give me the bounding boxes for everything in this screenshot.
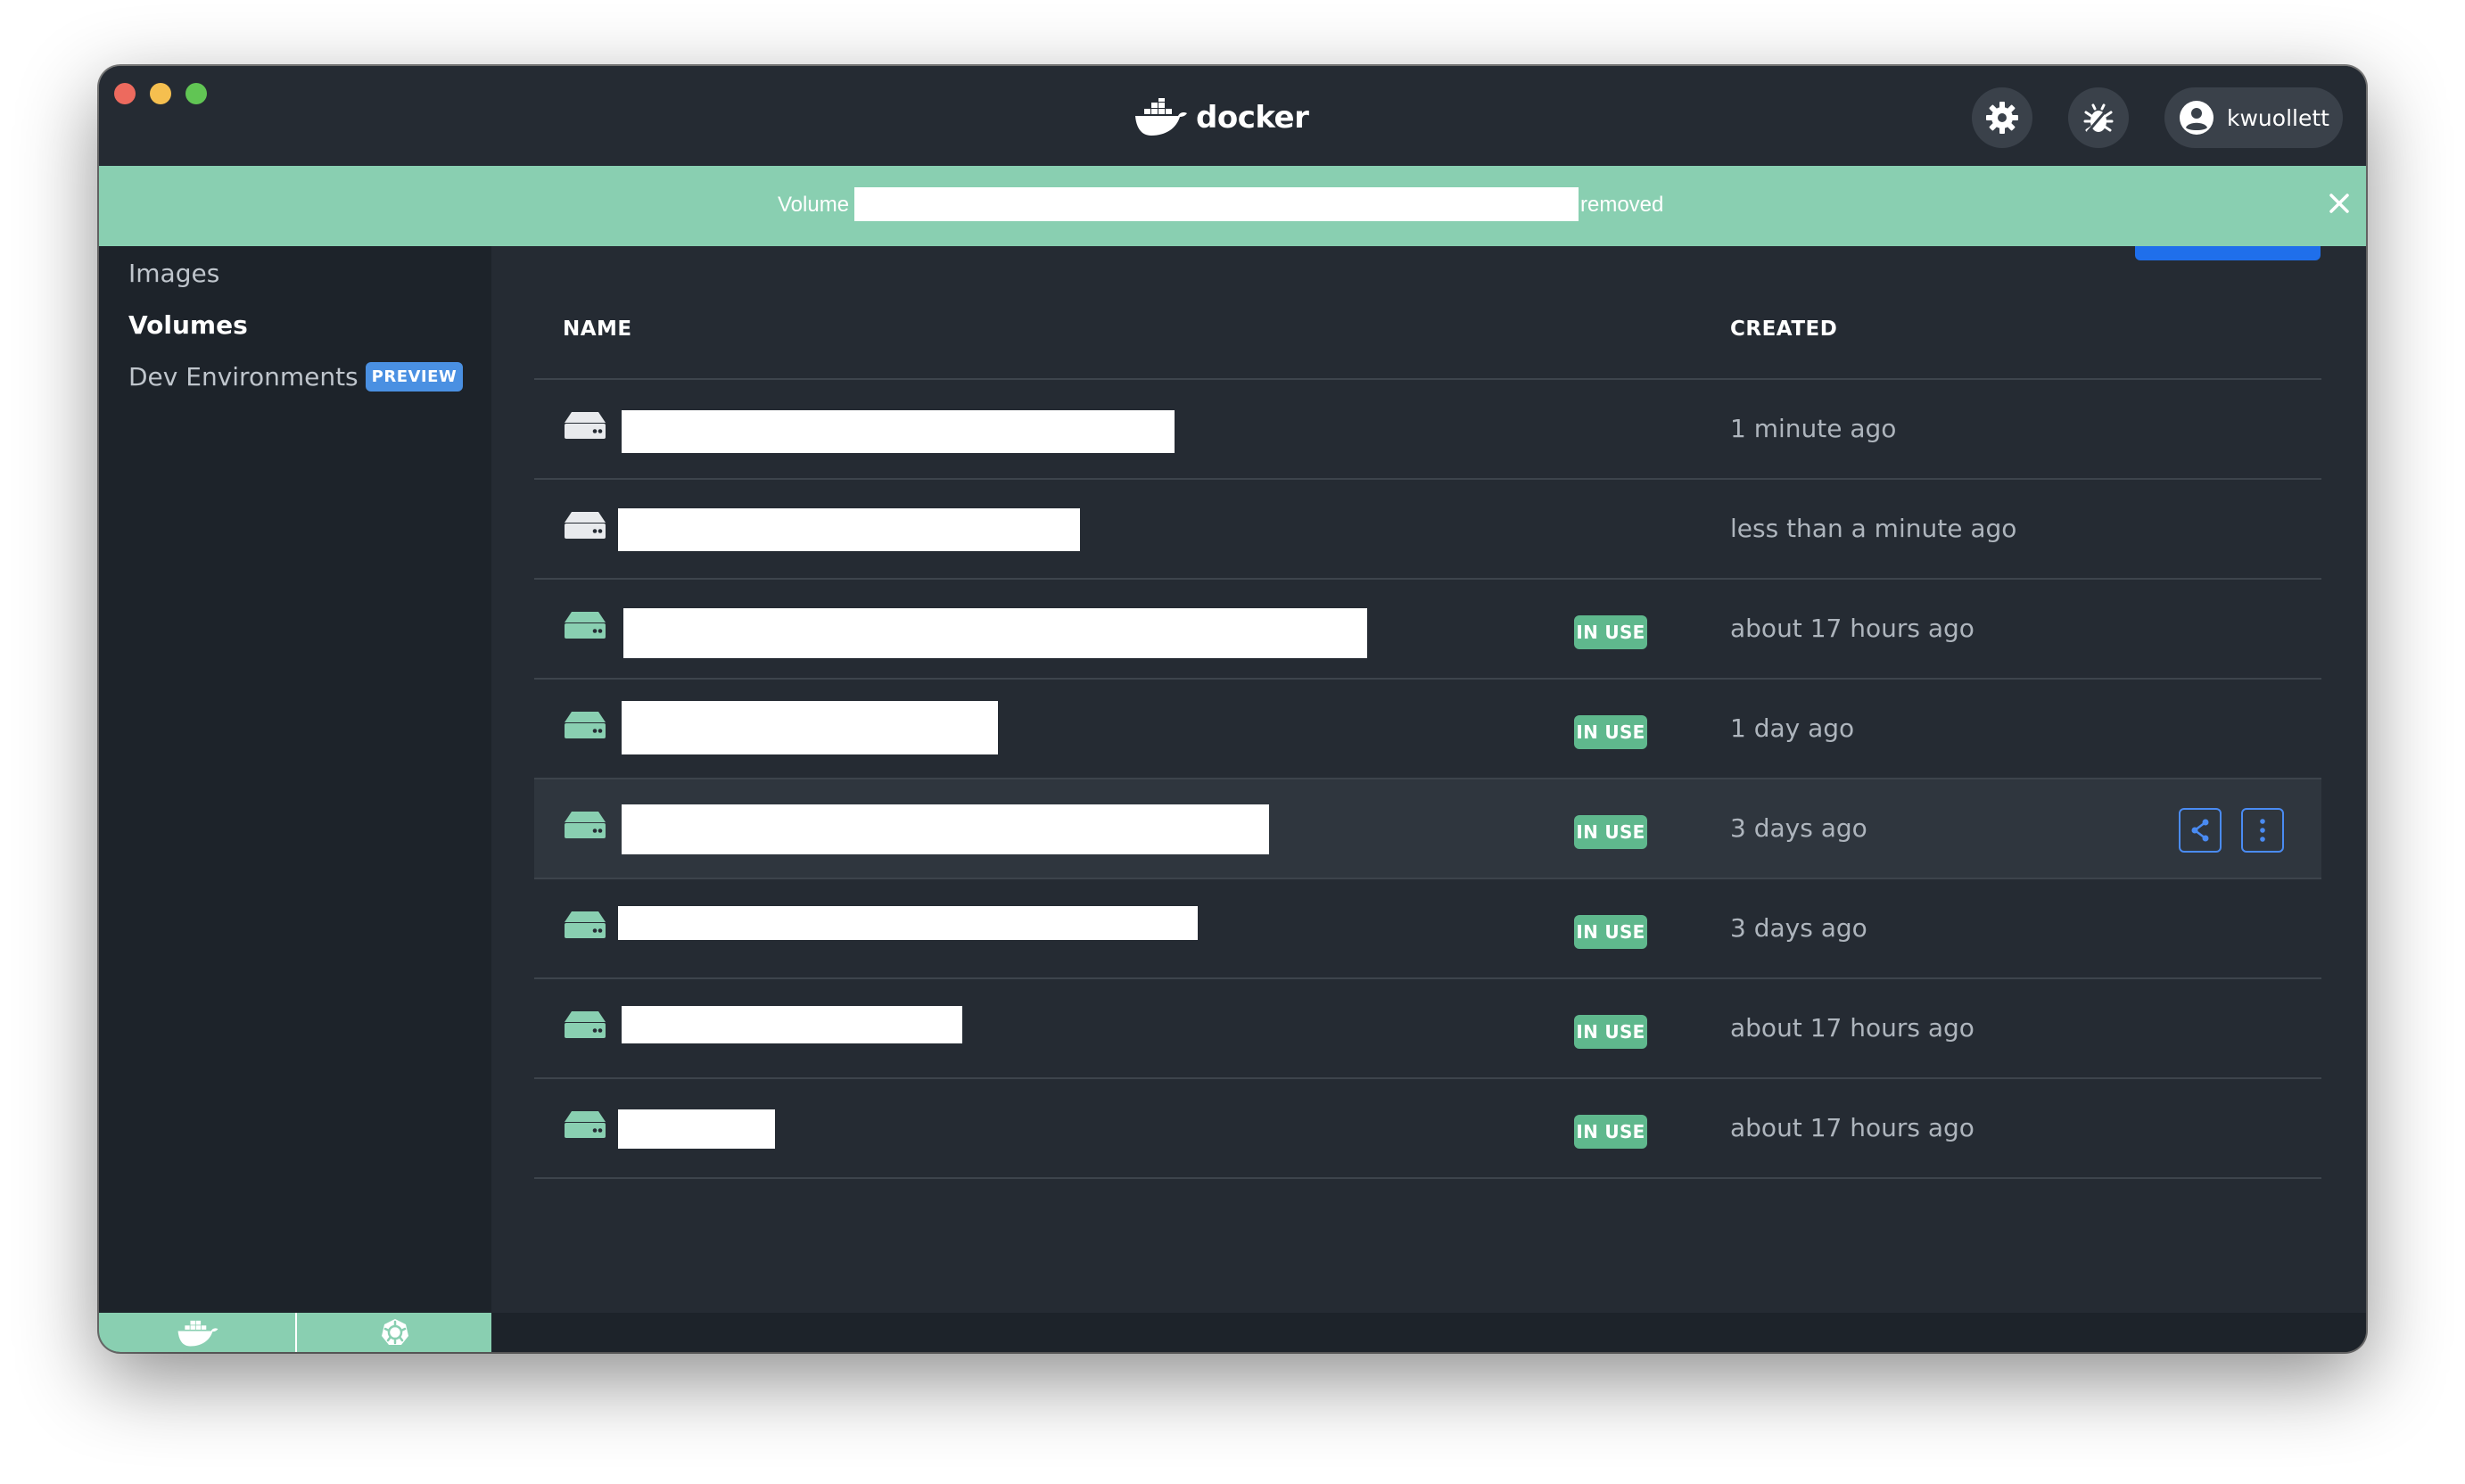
- volume-icon: [565, 412, 606, 439]
- redacted-volume-name: [622, 410, 1175, 453]
- in-use-badge: IN USE: [1574, 715, 1647, 749]
- title-bar: docker kwuollett: [99, 66, 2366, 166]
- table-row[interactable]: IN USE about 17 hours ago: [534, 1079, 2321, 1179]
- sidebar: Images Volumes Dev Environments PREVIEW: [99, 246, 491, 1313]
- created-time: 1 day ago: [1730, 713, 1855, 743]
- redacted-volume-name: [854, 187, 1579, 221]
- redacted-volume-name: [623, 608, 1367, 658]
- bug-icon: [2083, 103, 2114, 133]
- table-row[interactable]: IN USE 1 day ago: [534, 680, 2321, 779]
- preview-badge: PREVIEW: [365, 362, 464, 392]
- table-row[interactable]: IN USE about 17 hours ago: [534, 580, 2321, 680]
- docker-whale-icon: [1135, 98, 1187, 136]
- status-bar-right: [491, 1313, 2366, 1352]
- docker-logo: docker: [1134, 93, 1309, 143]
- share-icon: [2191, 819, 2209, 842]
- table-row[interactable]: IN USE about 17 hours ago: [534, 979, 2321, 1079]
- volume-icon: [565, 812, 606, 838]
- user-icon: [2180, 101, 2214, 135]
- redacted-volume-name: [618, 508, 1080, 551]
- user-name: kwuollett: [2227, 104, 2329, 131]
- banner-prefix-text: Volume: [778, 193, 850, 217]
- in-use-badge: IN USE: [1574, 615, 1647, 649]
- redacted-volume-name: [618, 906, 1198, 940]
- close-icon: [2329, 194, 2349, 213]
- sidebar-item-label: Volumes: [128, 310, 248, 340]
- redacted-volume-name: [622, 804, 1269, 854]
- created-time: about 17 hours ago: [1730, 614, 1974, 643]
- share-volume-button[interactable]: [2179, 808, 2222, 853]
- created-time: about 17 hours ago: [1730, 1113, 1974, 1142]
- table-row[interactable]: less than a minute ago: [534, 480, 2321, 580]
- user-account-button[interactable]: kwuollett: [2164, 87, 2343, 148]
- volume-icon: [565, 1111, 606, 1138]
- redacted-volume-name: [618, 1109, 775, 1149]
- window-close-button[interactable]: [114, 83, 136, 104]
- sidebar-item-dev-environments[interactable]: Dev Environments PREVIEW: [128, 362, 464, 392]
- kubernetes-status-button[interactable]: [377, 1316, 413, 1348]
- engine-status-button[interactable]: [175, 1316, 221, 1348]
- status-bar-left: [99, 1313, 491, 1352]
- table-row[interactable]: 1 minute ago: [534, 380, 2321, 480]
- more-vertical-icon: [2260, 819, 2265, 842]
- in-use-badge: IN USE: [1574, 815, 1647, 849]
- in-use-badge: IN USE: [1574, 1115, 1647, 1149]
- volume-icon: [565, 512, 606, 539]
- redacted-volume-name: [622, 1006, 962, 1043]
- table-row[interactable]: IN USE 3 days ago: [534, 779, 2321, 879]
- more-options-button[interactable]: [2241, 808, 2284, 853]
- created-time: 3 days ago: [1730, 913, 1867, 943]
- banner-suffix-text: removed: [1580, 193, 1664, 217]
- notification-banner: Volume removed: [99, 166, 2366, 246]
- sidebar-item-images[interactable]: Images: [128, 259, 219, 288]
- primary-action-button[interactable]: [2135, 246, 2321, 260]
- created-time: about 17 hours ago: [1730, 1013, 1974, 1043]
- created-time: less than a minute ago: [1730, 514, 2017, 543]
- sidebar-item-volumes[interactable]: Volumes: [128, 310, 248, 340]
- volume-icon: [565, 1011, 606, 1038]
- sidebar-item-label: Dev Environments: [128, 362, 359, 392]
- in-use-badge: IN USE: [1574, 1015, 1647, 1049]
- created-time: 3 days ago: [1730, 813, 1867, 843]
- docker-whale-icon: [177, 1320, 218, 1347]
- app-window: docker kwuollett Volume removed Images V…: [99, 66, 2366, 1352]
- volume-icon: [565, 911, 606, 938]
- page-title: Volumes: [534, 246, 730, 255]
- column-header-created[interactable]: CREATED: [1730, 317, 1837, 341]
- brand-name: docker: [1196, 100, 1309, 136]
- banner-close-button[interactable]: [2323, 187, 2355, 219]
- volume-icon: [565, 612, 606, 639]
- volume-icon: [565, 712, 606, 738]
- troubleshoot-button[interactable]: [2068, 87, 2129, 148]
- table-row[interactable]: IN USE 3 days ago: [534, 879, 2321, 979]
- window-zoom-button[interactable]: [185, 83, 207, 104]
- status-bar-divider: [295, 1313, 297, 1352]
- main-content: Volumes NAME CREATED 1 minute ago: [491, 246, 2366, 1313]
- kubernetes-icon: [382, 1319, 408, 1345]
- created-time: 1 minute ago: [1730, 414, 1897, 443]
- window-minimize-button[interactable]: [150, 83, 171, 104]
- gear-icon: [1986, 102, 2018, 134]
- in-use-badge: IN USE: [1574, 915, 1647, 949]
- redacted-volume-name: [622, 701, 998, 754]
- settings-button[interactable]: [1972, 87, 2032, 148]
- column-header-name[interactable]: NAME: [563, 317, 632, 341]
- sidebar-item-label: Images: [128, 259, 220, 288]
